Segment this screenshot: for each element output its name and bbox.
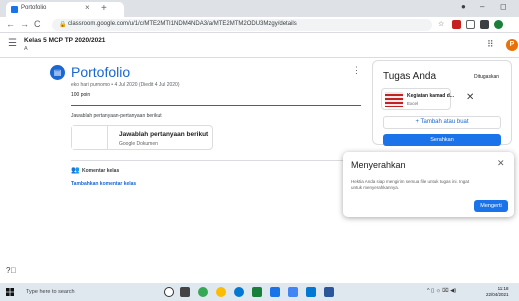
maximize-button[interactable]: ◻	[500, 2, 507, 11]
url-text[interactable]: classroom.google.com/u/1/c/MTE2MTI1NDM4N…	[68, 21, 297, 27]
forward-button[interactable]: →	[20, 19, 29, 29]
class-title[interactable]: Kelas 5 MCP TP 2020/2021	[24, 37, 105, 44]
task-view-icon[interactable]	[180, 287, 190, 297]
profile-icon[interactable]	[494, 20, 503, 29]
lock-icon: 🔒	[59, 22, 67, 28]
help-icon[interactable]: ?⃝	[6, 266, 16, 275]
star-icon[interactable]: ☆	[438, 20, 444, 28]
excel-thumbnail	[385, 92, 403, 107]
reload-button[interactable]: C	[34, 19, 41, 29]
account-circle-icon[interactable]: ●	[461, 2, 466, 11]
submit-button[interactable]: Serahkan	[383, 134, 501, 146]
back-button[interactable]: ←	[6, 19, 15, 29]
attached-file-card[interactable]: Kegiatan kamad d... Excel	[381, 88, 454, 110]
browser-tab[interactable]: Portofolio × +	[6, 2, 124, 17]
store-icon[interactable]	[270, 287, 280, 297]
cortana-icon[interactable]	[164, 287, 174, 297]
tab-close-icon[interactable]: ×	[85, 3, 90, 12]
clock[interactable]: 11:18 22/04/2021	[486, 286, 509, 298]
file-name: Kegiatan kamad d...	[407, 93, 454, 99]
page-title: Portofolio	[71, 64, 131, 80]
system-tray[interactable]: ^ ▯ ☼ ⌧ ◀)	[427, 288, 456, 294]
divider	[71, 105, 361, 106]
add-or-create-button[interactable]: + Tambah atau buat	[383, 116, 501, 129]
url-bar[interactable]: 🔒 classroom.google.com/u/1/c/MTE2MTI1NDM…	[52, 19, 432, 31]
classroom-favicon-icon	[11, 6, 18, 13]
people-icon: 👥	[71, 167, 80, 174]
edge-icon[interactable]	[234, 287, 244, 297]
attachment-name: Jawablah pertanyaan berikut	[119, 131, 209, 138]
assignment-icon: ▤	[50, 65, 65, 80]
clock-date: 22/04/2021	[486, 292, 509, 297]
close-icon[interactable]: ✕	[497, 158, 505, 169]
menu-icon[interactable]: ☰	[8, 38, 17, 49]
class-comments-label: Komentar kelas	[82, 168, 120, 174]
document-thumbnail	[72, 126, 108, 149]
browser-tab-bar: Portofolio × + ● – ◻	[0, 0, 519, 17]
classroom-header: ☰ Kelas 5 MCP TP 2020/2021 A ⠿ P	[0, 33, 519, 58]
attachment-type: Google Dokumen	[119, 141, 158, 147]
dropbox-icon[interactable]	[288, 287, 298, 297]
assignment-points: 100 poin	[71, 92, 91, 98]
windows-start-icon[interactable]	[6, 288, 14, 296]
add-class-comment-link[interactable]: Tambahkan komentar kelas	[71, 181, 136, 187]
assignment-instructions: Jawablah pertanyaan-pertanyaan berikut	[71, 113, 162, 119]
address-bar-row: ← → C 🔒 classroom.google.com/u/1/c/MTE2M…	[0, 17, 519, 33]
tab-title: Portofolio	[21, 5, 47, 11]
your-work-title: Tugas Anda	[383, 71, 437, 82]
excel-icon[interactable]	[252, 287, 262, 297]
got-it-button[interactable]: Mengerti	[474, 200, 508, 212]
app-icon[interactable]	[306, 287, 316, 297]
new-tab-button[interactable]: +	[101, 3, 107, 14]
file-type: Excel	[407, 101, 419, 106]
dialog-message: Hektia Anda siap mengirim semua file unt…	[351, 179, 470, 190]
avatar[interactable]: P	[506, 39, 518, 51]
divider	[71, 160, 361, 161]
dialog-title: Menyerahkan	[351, 160, 406, 170]
extension-icon[interactable]	[452, 20, 461, 29]
puzzle-icon[interactable]	[480, 20, 489, 29]
chrome-icon[interactable]	[198, 287, 208, 297]
apps-grid-icon[interactable]: ⠿	[487, 39, 494, 50]
word-icon[interactable]	[324, 287, 334, 297]
chrome-icon[interactable]	[216, 287, 226, 297]
class-section: A	[24, 46, 28, 52]
attachment-card[interactable]: Jawablah pertanyaan berikut Google Dokum…	[71, 125, 213, 150]
minimize-button[interactable]: –	[480, 2, 484, 11]
extension-icon[interactable]	[466, 20, 475, 29]
taskbar: Type here to search ^ ▯ ☼ ⌧ ◀) 11:18 22/…	[0, 283, 519, 301]
status-badge: Ditugaskan	[474, 74, 500, 80]
your-work-panel: Tugas Anda Ditugaskan Kegiatan kamad d..…	[372, 60, 512, 146]
remove-file-icon[interactable]: ✕	[466, 92, 474, 103]
more-options-icon[interactable]: ⋮	[352, 65, 361, 76]
submit-dialog: Menyerahkan ✕ Hektia Anda siap mengirim …	[343, 152, 514, 217]
taskbar-search[interactable]: Type here to search	[26, 289, 75, 295]
assignment-meta: eko hari purnomo • 4 Jul 2020 (Diedit 4 …	[71, 82, 180, 88]
